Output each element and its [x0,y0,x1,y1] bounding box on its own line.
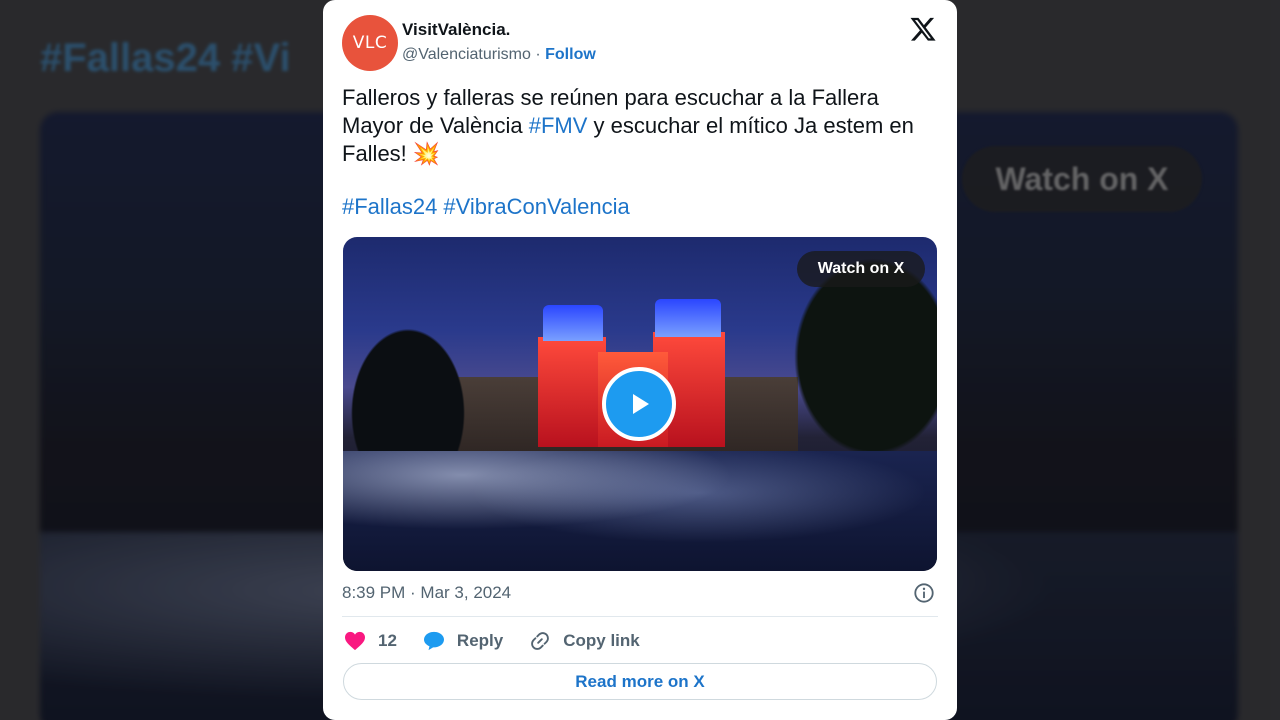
heart-icon [345,631,365,651]
like-count: 12 [378,631,397,650]
handle-row: @Valenciaturismo · Follow [402,46,596,64]
info-icon[interactable] [913,582,935,604]
tweet-card: VLC VisitValència. @Valenciaturismo · Fo… [323,0,957,720]
play-icon [633,394,649,414]
video-thumbnail[interactable]: Watch on X [343,237,937,571]
avatar-text: VLC [352,33,388,53]
reply-bubble-icon [423,631,444,651]
divider [342,616,938,617]
reply-label: Reply [456,631,504,650]
hashtag-vibraconvalencia-link[interactable]: #VibraConValencia [443,194,629,219]
separator: · [535,46,541,63]
avatar[interactable]: VLC [342,15,398,71]
reply-button[interactable]: Reply [423,631,503,651]
tweet-hashtags: #Fallas24 #VibraConValencia [342,193,636,221]
hashtag-fallas24-link[interactable]: #Fallas24 [342,194,437,219]
tweet-text: Falleros y falleras se reúnen para escuc… [342,84,938,168]
x-logo-icon[interactable] [909,15,937,43]
hashtag-fmv-link[interactable]: #FMV [529,113,588,138]
timestamp[interactable]: 8:39 PM · Mar 3, 2024 [342,583,511,603]
follow-button[interactable]: Follow [545,46,596,63]
thumbnail-tower-right-top [655,299,721,337]
thumbnail-tower-left-top [543,305,603,341]
watch-on-x-button[interactable]: Watch on X [797,251,925,287]
display-name[interactable]: VisitValència. [402,20,510,40]
collision-emoji: 💥 [412,141,441,166]
handle[interactable]: @Valenciaturismo [402,46,531,63]
thumbnail-crowd [343,451,937,571]
thumbnail-tower-left [538,337,606,447]
copy-link-label: Copy link [563,631,640,650]
like-button[interactable]: 12 [344,631,397,651]
copy-link-button[interactable]: Copy link [529,630,640,652]
read-more-button[interactable]: Read more on X [343,663,937,700]
action-bar: 12 Reply Copy link [344,628,666,654]
play-button[interactable] [602,367,676,441]
link-icon [531,632,550,650]
